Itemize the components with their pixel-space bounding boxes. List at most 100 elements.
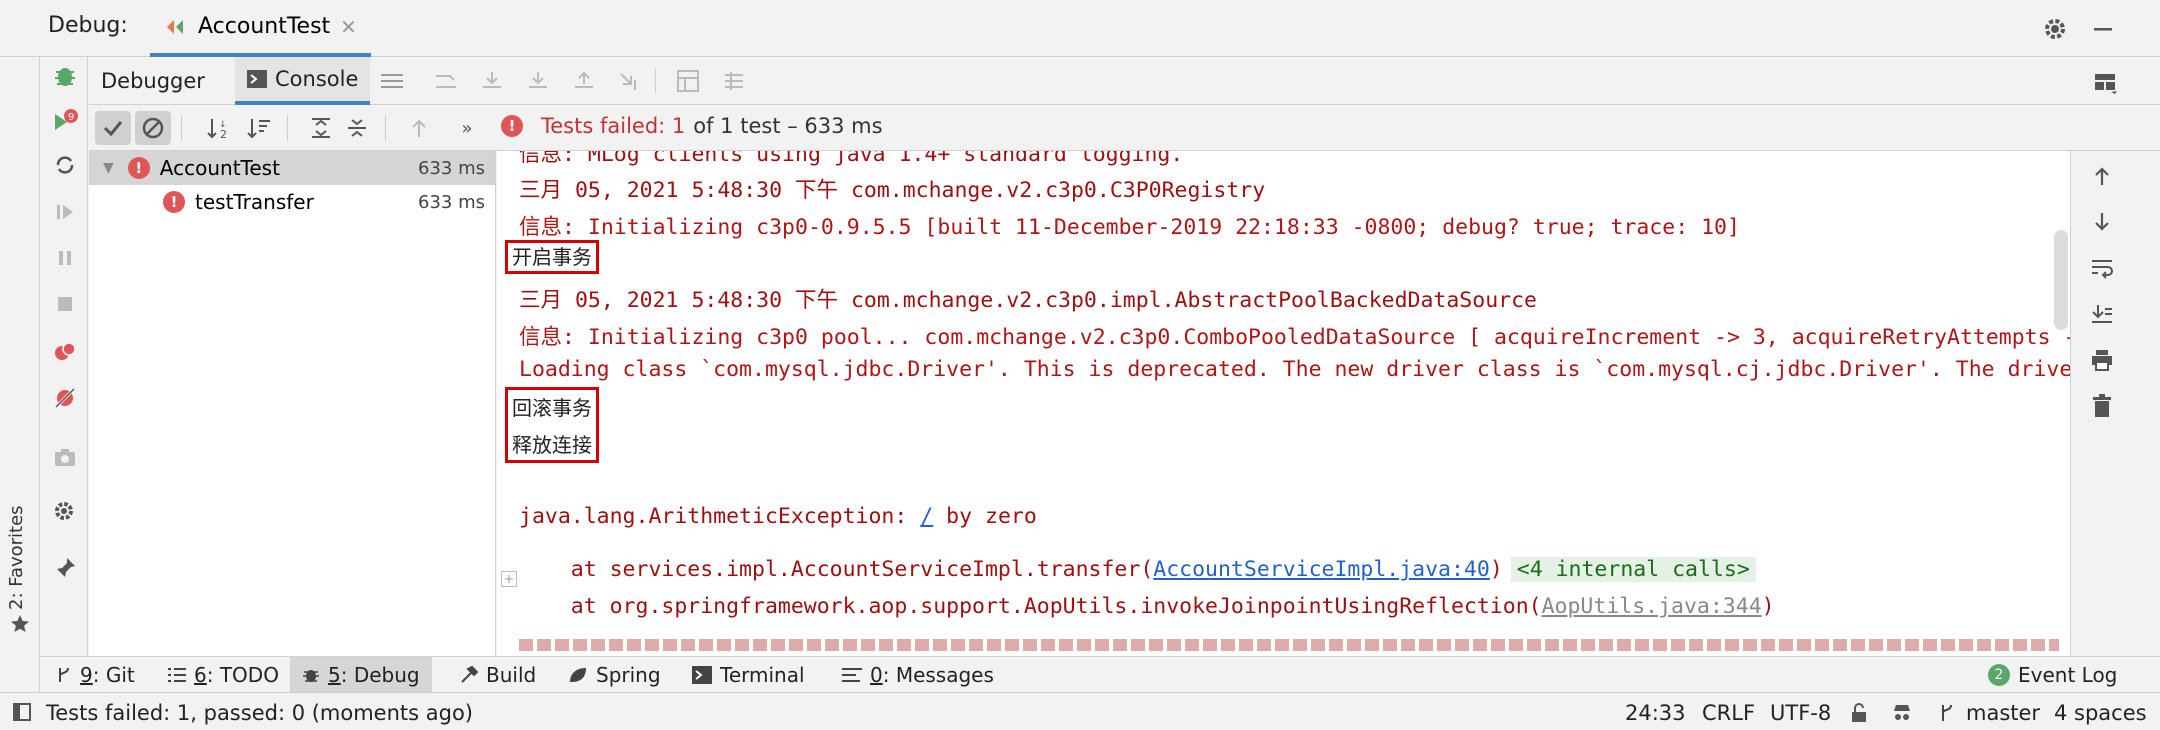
tab-debugger-label: Debugger: [101, 69, 205, 93]
tree-item-accounttest[interactable]: ▼ ! AccountTest 633 ms: [89, 151, 495, 185]
console-output[interactable]: 信息: MLog clients using java 1.4+ standar…: [497, 151, 2070, 656]
tab-console[interactable]: Console: [235, 57, 371, 105]
minimize-icon[interactable]: [2088, 14, 2118, 44]
gear-icon[interactable]: [2040, 14, 2070, 44]
git-branch-icon: [56, 666, 72, 684]
tab-console-label: Console: [275, 67, 359, 91]
up-arrow-icon[interactable]: [2087, 161, 2117, 191]
sort-alphabetically-icon[interactable]: ↓ 2: [201, 111, 237, 145]
event-count-badge: 2: [1988, 664, 2010, 686]
toolwindow-messages[interactable]: 0: Messages: [830, 657, 1006, 693]
git-branch[interactable]: master: [1966, 701, 2040, 725]
exception-text-end: by zero: [933, 504, 1037, 529]
favorites-tab[interactable]: 2: Favorites: [6, 500, 34, 610]
error-icon: !: [501, 115, 523, 137]
toolwindow-event-log[interactable]: 2 Event Log: [1976, 657, 2129, 693]
line-separator[interactable]: CRLF: [1702, 701, 1755, 725]
view-breakpoints-icon[interactable]: [50, 337, 80, 367]
toolwindow-spring[interactable]: Spring: [556, 657, 673, 693]
highlight-box-rollback: 回滚事务 释放连接: [505, 387, 599, 463]
exception-link[interactable]: /: [920, 504, 933, 529]
toolwindow-label: Build: [486, 663, 537, 687]
pause-icon[interactable]: [50, 243, 80, 273]
settings-icon[interactable]: [50, 497, 80, 527]
test-tree: ▼ ! AccountTest 633 ms ! testTransfer 63…: [89, 151, 496, 656]
toolwindow-todo[interactable]: 6: TODO: [156, 657, 291, 693]
trace-icon[interactable]: [719, 67, 749, 95]
git-branch-icon[interactable]: [1936, 702, 1958, 724]
show-passed-button[interactable]: [95, 111, 131, 145]
inspector-icon[interactable]: [1890, 702, 1914, 724]
fold-plus-icon[interactable]: +: [501, 571, 517, 587]
stop-icon[interactable]: [50, 289, 80, 319]
lock-icon[interactable]: [1848, 702, 1870, 724]
console-line: 回滚事务: [505, 387, 599, 423]
source-link[interactable]: AopUtils.java:344: [1542, 594, 1762, 619]
internal-calls-fold[interactable]: <4 internal calls>: [1510, 557, 1756, 582]
tree-item-label: testTransfer: [195, 190, 314, 214]
run-to-cursor-icon[interactable]: [615, 67, 645, 95]
hammer-icon: [460, 666, 478, 684]
console-scrollbar[interactable]: [2054, 230, 2068, 330]
restore-layout-icon[interactable]: [2089, 67, 2123, 99]
star-icon[interactable]: [8, 612, 32, 636]
tree-item-label: AccountTest: [159, 156, 280, 180]
pin-icon[interactable]: [50, 553, 80, 583]
separator: [385, 115, 386, 141]
toggle-tool-windows-icon[interactable]: [12, 702, 32, 722]
status-message[interactable]: Tests failed: 1, passed: 0 (moments ago): [46, 701, 473, 725]
restart-icon[interactable]: [50, 150, 80, 180]
show-ignored-button[interactable]: [135, 111, 171, 145]
run-config-icon: [164, 17, 188, 37]
expand-arrow-icon[interactable]: ▼: [103, 160, 114, 176]
stack-text: at org.springframework.aop.support.AopUt…: [519, 594, 1542, 619]
camera-icon[interactable]: [50, 442, 80, 472]
print-icon[interactable]: [2087, 345, 2117, 375]
more-chevron-icon[interactable]: »: [449, 111, 485, 145]
tab-accounttest[interactable]: AccountTest ✕: [150, 0, 371, 57]
tab-debugger[interactable]: Debugger: [89, 57, 217, 105]
step-over-icon[interactable]: [477, 67, 507, 95]
trash-icon[interactable]: [2087, 391, 2117, 421]
mute-breakpoints-icon[interactable]: [50, 383, 80, 413]
separator: [655, 69, 656, 93]
debug-title-bar: Debug: AccountTest ✕: [0, 0, 2160, 57]
toolwindow-build[interactable]: Build: [448, 657, 548, 693]
down-arrow-icon[interactable]: [2087, 207, 2117, 237]
toolwindow-git[interactable]: 9: Git: [44, 657, 147, 693]
test-runner-toolbar: ↓ 2 » ! Tests failed: 1 of 1 test – 633 m…: [89, 105, 2160, 151]
toolwindow-terminal[interactable]: Terminal: [680, 657, 817, 693]
layout-icon[interactable]: [377, 67, 407, 95]
sort-by-duration-icon[interactable]: [241, 111, 277, 145]
soft-wrap-icon[interactable]: [2087, 253, 2117, 283]
step-out-icon[interactable]: [569, 67, 599, 95]
debug-bug-icon[interactable]: [50, 61, 80, 91]
toolwindow-mnemonic: 5: [328, 663, 341, 687]
source-link[interactable]: AccountServiceImpl.java:40: [1153, 557, 1490, 582]
stack-line: at services.impl.AccountServiceImpl.tran…: [519, 557, 1756, 582]
console-icon: [247, 70, 267, 88]
todo-list-icon: [168, 667, 186, 683]
toolwindow-mnemonic: 0: [870, 663, 883, 687]
svg-text:9: 9: [68, 112, 74, 123]
console-line: 三月 05, 2021 5:48:30 下午 com.mchange.v2.c3…: [519, 178, 1266, 203]
rerun-icon[interactable]: 9: [50, 107, 80, 137]
show-execution-point-icon[interactable]: [431, 67, 461, 95]
previous-failed-icon[interactable]: [401, 111, 437, 145]
debug-bug-icon: [302, 666, 320, 684]
expand-all-icon[interactable]: [303, 111, 339, 145]
step-into-icon[interactable]: [523, 67, 553, 95]
tree-item-testtransfer[interactable]: ! testTransfer 633 ms: [89, 185, 495, 219]
indent-setting[interactable]: 4 spaces: [2054, 701, 2147, 725]
close-icon[interactable]: ✕: [340, 15, 357, 39]
file-encoding[interactable]: UTF-8: [1770, 701, 1831, 725]
toolwindow-debug[interactable]: 5: Debug: [290, 657, 432, 693]
caret-position[interactable]: 24:33: [1625, 701, 1686, 725]
resume-icon[interactable]: [50, 197, 80, 227]
scroll-to-end-icon[interactable]: [2087, 299, 2117, 329]
evaluate-expression-icon[interactable]: [673, 67, 703, 95]
messages-icon: [842, 667, 862, 683]
collapse-all-icon[interactable]: [339, 111, 375, 145]
console-line: 开启事务: [505, 240, 599, 274]
toolwindow-label: Event Log: [2018, 663, 2118, 687]
